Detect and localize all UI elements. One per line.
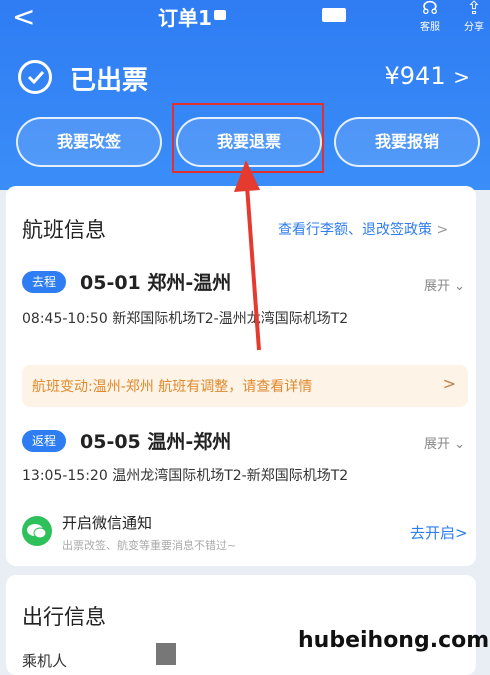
censor-block xyxy=(322,8,346,22)
share-label: 分享 xyxy=(464,22,484,33)
service-label: 客服 xyxy=(420,22,440,33)
order-status: 已出票 xyxy=(70,66,149,96)
passenger-label: 乘机人 xyxy=(22,652,68,670)
chevron-right-icon: > xyxy=(436,222,449,238)
price-button[interactable]: ¥941 > xyxy=(385,62,470,90)
page-title: 订单1 xyxy=(158,6,212,30)
wechat-title: 开启微信通知 xyxy=(62,514,153,532)
notice-text: 航班变动:温州-郑州 航班有调整，请查看详情 xyxy=(32,379,313,395)
return-expand-button[interactable]: 展开 ⌄ xyxy=(424,433,465,452)
share-icon: ⇪ xyxy=(466,0,482,19)
back-button[interactable]: < xyxy=(12,0,35,33)
wechat-subtitle: 出票改签、航变等重要消息不错过~ xyxy=(62,539,237,552)
outbound-route: 05-01 郑州-温州 xyxy=(80,272,232,294)
chevron-right-icon: > xyxy=(442,374,456,393)
return-route: 05-05 温州-郑州 xyxy=(80,431,232,453)
censor-block xyxy=(214,10,226,20)
highlight-box xyxy=(172,103,324,173)
share-button[interactable]: ⇪ 分享 xyxy=(458,0,490,33)
headset-icon: ☊ xyxy=(422,0,438,19)
flight-info-heading: 航班信息 xyxy=(22,218,106,242)
chevron-down-icon: ⌄ xyxy=(454,437,466,452)
change-ticket-button[interactable]: 我要改签 xyxy=(16,117,162,167)
order-price: ¥941 xyxy=(384,62,446,90)
watermark-text: hubeihong.com xyxy=(298,628,490,653)
wechat-enable-button[interactable]: 去开启> xyxy=(410,522,468,543)
reimburse-button[interactable]: 我要报销 xyxy=(334,117,480,167)
return-tag: 返程 xyxy=(22,430,66,452)
flight-change-notice[interactable]: 航班变动:温州-郑州 航班有调整，请查看详情 > xyxy=(22,365,468,407)
outbound-tag: 去程 xyxy=(22,271,66,293)
wechat-icon xyxy=(22,516,52,546)
travel-info-heading: 出行信息 xyxy=(22,605,106,629)
chevron-down-icon: ⌄ xyxy=(454,279,466,294)
check-circle-icon xyxy=(18,60,52,94)
outbound-expand-button[interactable]: 展开 ⌄ xyxy=(424,275,465,294)
policy-link-label: 查看行李额、退改签政策 xyxy=(278,222,432,238)
return-detail: 13:05-15:20 温州龙湾国际机场T2-新郑国际机场T2 xyxy=(22,468,349,484)
policy-link[interactable]: 查看行李额、退改签政策 > xyxy=(278,219,448,239)
censor-block xyxy=(156,643,176,665)
outbound-detail: 08:45-10:50 新郑国际机场T2-温州龙湾国际机场T2 xyxy=(22,311,349,327)
service-button[interactable]: ☊ 客服 xyxy=(414,0,446,33)
outbound-expand-label: 展开 xyxy=(424,279,451,294)
return-expand-label: 展开 xyxy=(424,437,451,452)
chevron-right-icon: > xyxy=(453,65,470,89)
